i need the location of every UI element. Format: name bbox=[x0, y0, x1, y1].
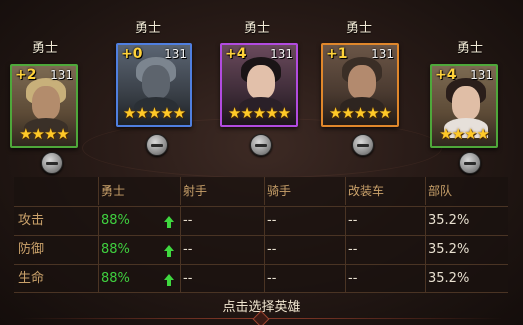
hero-level: 131 bbox=[50, 68, 73, 82]
hero-card[interactable]: +0 131 ★★★★★ bbox=[116, 43, 192, 127]
hero-card[interactable]: +1 131 ★★★★★ bbox=[321, 43, 399, 127]
hero-card[interactable]: +2 131 ★★★★ bbox=[10, 64, 78, 148]
table-cell: 35.2% bbox=[428, 242, 470, 257]
table-header-row: 勇士 射手 骑手 改装车 部队 bbox=[14, 177, 508, 206]
remove-hero-button[interactable] bbox=[146, 134, 168, 156]
header-cell: 勇士 bbox=[101, 184, 126, 198]
star-level-plus: +2 bbox=[15, 67, 37, 83]
table-cell: -- bbox=[183, 271, 193, 286]
table-cell: -- bbox=[348, 242, 358, 257]
hero-card[interactable]: +4 131 ★★★★★ bbox=[220, 43, 298, 127]
star-level-plus: +1 bbox=[326, 46, 348, 62]
star-rating: ★★★★★ bbox=[122, 104, 186, 122]
star-rating: ★★★★★ bbox=[328, 104, 392, 122]
table-cell: 35.2% bbox=[428, 213, 470, 228]
remove-hero-button[interactable] bbox=[459, 152, 481, 174]
hero-card[interactable]: +4 131 ★★★★ bbox=[430, 64, 498, 148]
hero-slot-2[interactable]: 勇士 +0 131 ★★★★★ bbox=[112, 15, 192, 127]
hero-slot-5[interactable]: 勇士 +4 131 ★★★★ bbox=[428, 37, 500, 148]
header-cell: 骑手 bbox=[267, 184, 292, 198]
hero-name: 勇士 bbox=[456, 41, 483, 56]
bonus-stats-table: 勇士 射手 骑手 改装车 部队 攻击 88% -- -- -- 35.2% 防御… bbox=[14, 177, 508, 293]
hero-name: 勇士 bbox=[134, 21, 161, 36]
table-cell: -- bbox=[267, 213, 277, 228]
header-cell: 射手 bbox=[183, 184, 208, 198]
table-row: 防御 88% -- -- -- 35.2% bbox=[14, 235, 508, 264]
table-cell: -- bbox=[183, 213, 193, 228]
star-rating: ★★★★ bbox=[19, 125, 70, 143]
table-cell: 35.2% bbox=[428, 271, 470, 286]
table-row: 生命 88% -- -- -- 35.2% bbox=[14, 264, 508, 293]
hero-level: 131 bbox=[371, 47, 394, 61]
star-rating: ★★★★★ bbox=[227, 104, 291, 122]
up-arrow-icon bbox=[164, 274, 174, 286]
up-arrow-icon bbox=[164, 245, 174, 257]
table-row: 攻击 88% -- -- -- 35.2% bbox=[14, 206, 508, 235]
table-cell: -- bbox=[267, 242, 277, 257]
remove-hero-button[interactable] bbox=[352, 134, 374, 156]
table-cell: -- bbox=[348, 271, 358, 286]
star-rating: ★★★★ bbox=[439, 125, 490, 143]
table-cell: -- bbox=[348, 213, 358, 228]
row-label: 防御 bbox=[18, 242, 45, 257]
header-cell bbox=[18, 177, 98, 205]
remove-hero-button[interactable] bbox=[250, 134, 272, 156]
star-level-plus: +4 bbox=[225, 46, 247, 62]
up-arrow-icon bbox=[164, 216, 174, 228]
hero-level: 131 bbox=[164, 47, 187, 61]
header-cell: 部队 bbox=[428, 184, 453, 198]
hero-slot-1[interactable]: 勇士 +2 131 ★★★★ bbox=[9, 37, 81, 148]
hero-level: 131 bbox=[470, 68, 493, 82]
hero-name: 勇士 bbox=[243, 21, 270, 36]
row-label: 攻击 bbox=[18, 213, 45, 228]
row-label: 生命 bbox=[18, 271, 45, 286]
remove-hero-button[interactable] bbox=[41, 152, 63, 174]
hero-name: 勇士 bbox=[31, 41, 58, 56]
header-cell: 改装车 bbox=[348, 184, 385, 198]
star-level-plus: +4 bbox=[435, 67, 457, 83]
hero-name: 勇士 bbox=[345, 21, 372, 36]
hero-level: 131 bbox=[270, 47, 293, 61]
table-cell: -- bbox=[183, 242, 193, 257]
hero-slot-3[interactable]: 勇士 +4 131 ★★★★★ bbox=[215, 15, 298, 127]
table-cell: -- bbox=[267, 271, 277, 286]
hero-slot-4[interactable]: 勇士 +1 131 ★★★★★ bbox=[316, 15, 399, 127]
star-level-plus: +0 bbox=[121, 46, 143, 62]
